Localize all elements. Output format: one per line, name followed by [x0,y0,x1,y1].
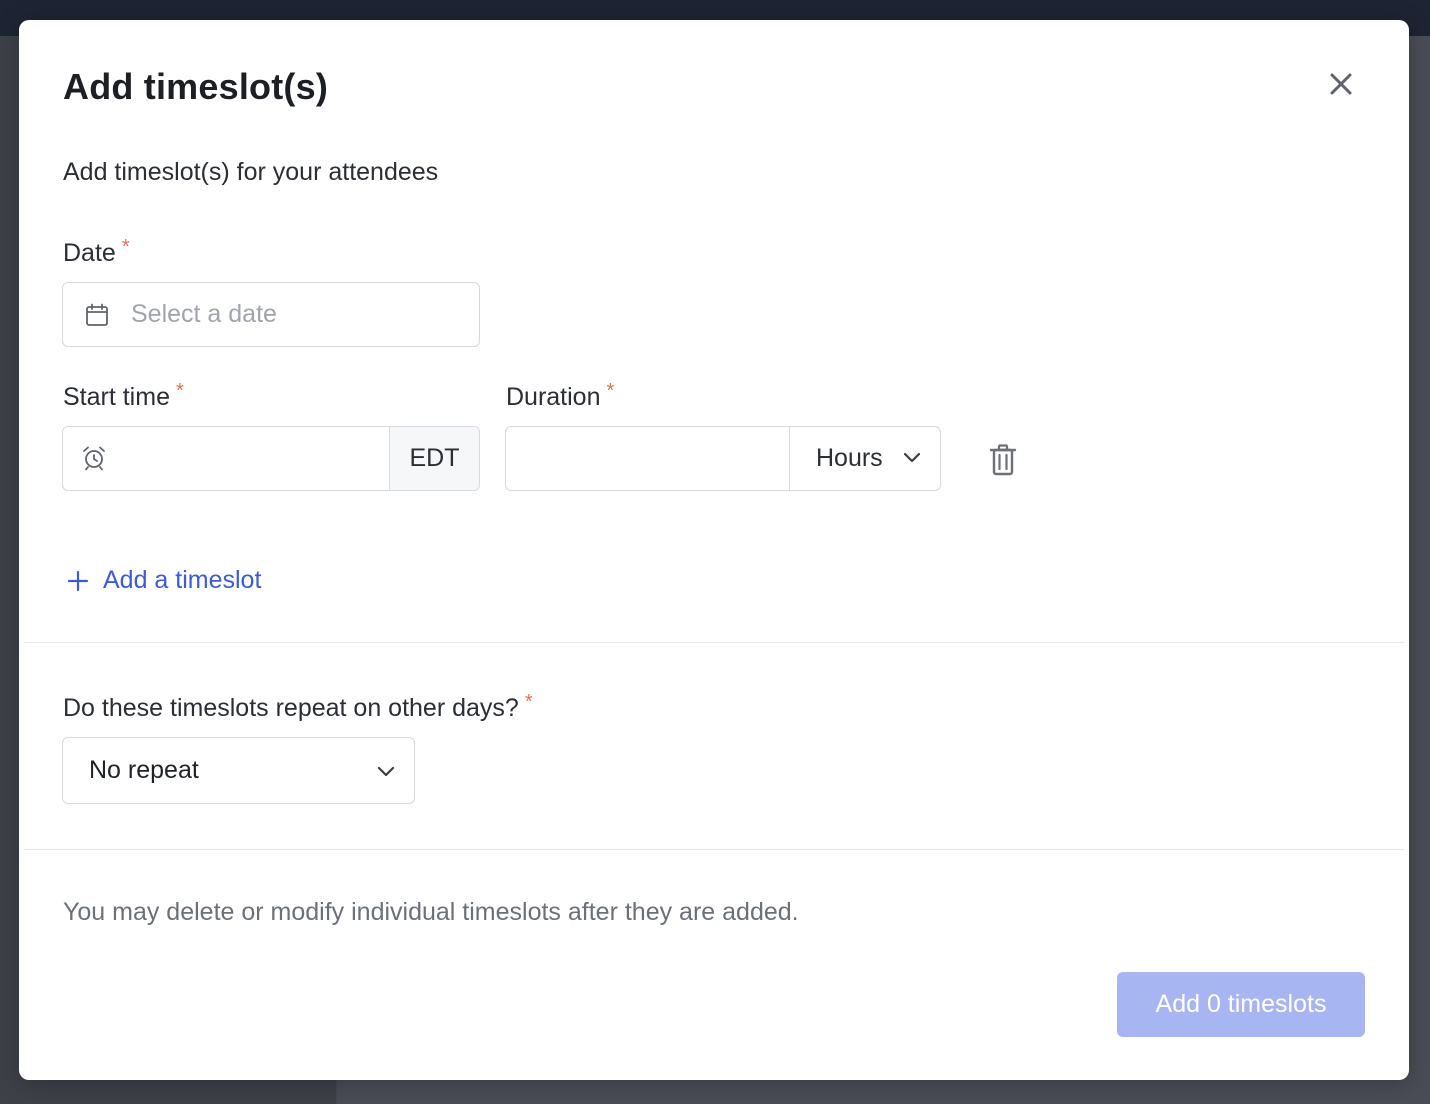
info-note: You may delete or modify individual time… [63,898,799,926]
modal-subtitle: Add timeslot(s) for your attendees [63,158,439,186]
modal-title: Add timeslot(s) [63,66,329,107]
date-label-text: Date [63,239,116,267]
repeat-label-text: Do these timeslots repeat on other days? [63,694,519,722]
duration-unit-select[interactable]: Hours [789,427,940,490]
repeat-label: Do these timeslots repeat on other days?… [63,691,533,723]
duration-input[interactable]: Hours [505,426,941,491]
required-marker: * [121,236,130,258]
start-time-label: Start time * [63,380,184,412]
duration-label-text: Duration [506,383,601,411]
plus-icon [67,570,89,591]
start-time-input[interactable]: EDT [62,426,480,491]
required-marker: * [524,691,533,713]
duration-unit-value: Hours [816,444,883,472]
add-timeslot-link[interactable]: Add a timeslot [67,566,261,595]
date-picker-input[interactable]: Select a date [62,282,480,347]
trash-icon[interactable] [989,444,1017,476]
required-marker: * [606,380,615,402]
chevron-down-icon [377,766,395,777]
chevron-down-icon [903,452,921,463]
close-icon[interactable] [1323,66,1359,102]
section-divider [24,642,1404,643]
duration-label: Duration * [506,380,614,412]
timezone-label: EDT [389,427,479,490]
add-timeslot-link-text: Add a timeslot [103,566,262,594]
required-marker: * [175,380,184,402]
start-time-label-text: Start time [63,383,170,411]
add-timeslots-modal: Add timeslot(s) Add timeslot(s) for your… [19,20,1409,1080]
section-divider [24,849,1404,850]
add-timeslots-button[interactable]: Add 0 timeslots [1117,972,1365,1037]
repeat-select[interactable]: No repeat [62,737,415,804]
repeat-select-value: No repeat [89,756,199,784]
calendar-icon [86,303,108,326]
date-placeholder: Select a date [131,300,277,328]
date-label: Date * [63,236,130,268]
alarm-clock-icon [83,446,105,471]
